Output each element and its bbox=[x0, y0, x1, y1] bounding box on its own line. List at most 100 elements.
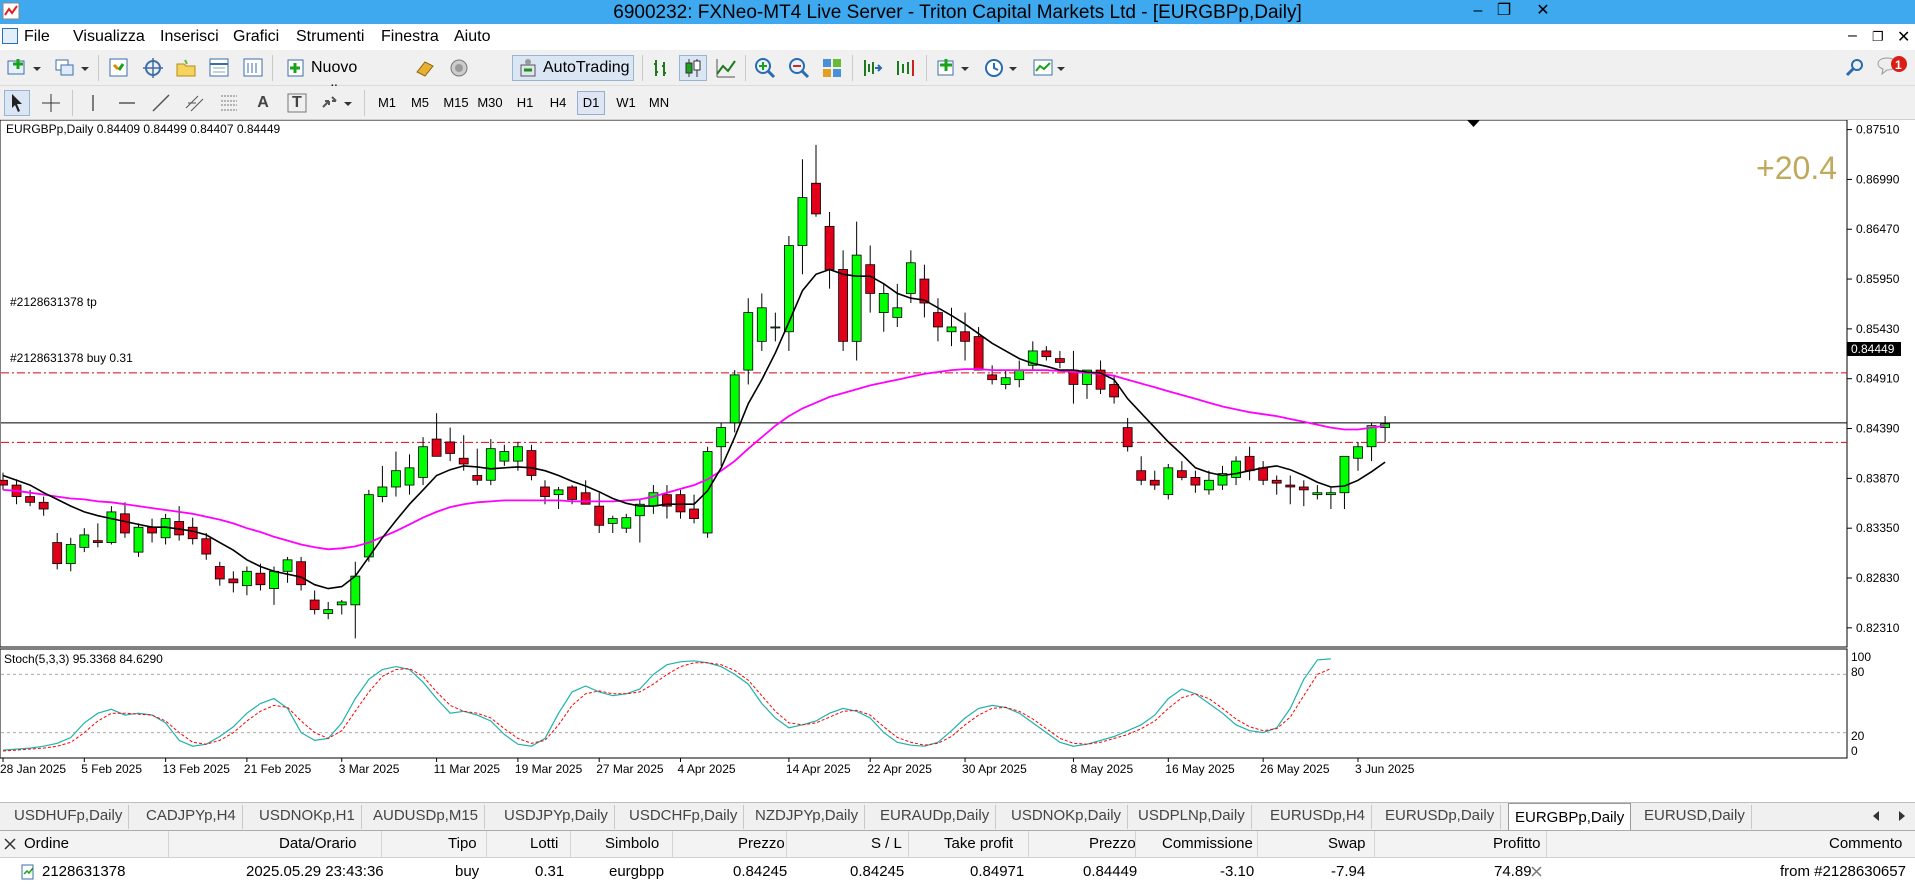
timeframe-m5[interactable]: M5 bbox=[406, 91, 434, 115]
col-simbolo[interactable]: Simbolo bbox=[605, 835, 659, 852]
mdi-minimize-button[interactable]: – bbox=[1848, 27, 1857, 45]
order-icon bbox=[21, 864, 34, 880]
col-sl[interactable]: S / L bbox=[871, 835, 902, 852]
maximize-button[interactable]: ❐ bbox=[1488, 0, 1520, 22]
timeframe-w1[interactable]: W1 bbox=[612, 91, 640, 115]
autotrading-button[interactable]: AutoTrading bbox=[512, 55, 634, 81]
tab-audusdp-m15[interactable]: AUDUSDp,M15 bbox=[367, 805, 486, 829]
text-tool-icon[interactable]: A bbox=[250, 90, 276, 116]
col-data-orario[interactable]: Data/Orario bbox=[279, 835, 357, 852]
timeframe-m15[interactable]: M15 bbox=[439, 91, 473, 115]
auto-scroll-icon[interactable] bbox=[859, 55, 885, 81]
drawing-toolbar: A T M1 M5 M15 M30 H1 H4 D1 W1 MN bbox=[0, 86, 1915, 120]
fibonacci-icon[interactable] bbox=[216, 90, 242, 116]
mdi-close-button[interactable]: ✕ bbox=[1897, 27, 1910, 47]
tab-eurusdp-daily[interactable]: EURUSDp,Daily bbox=[1379, 805, 1502, 829]
tab-nzdjpyp-daily[interactable]: NZDJPYp,Daily bbox=[749, 805, 866, 829]
close-order-icon[interactable] bbox=[1530, 865, 1543, 878]
tab-usdchfp-daily[interactable]: USDCHFp,Daily bbox=[623, 805, 745, 829]
text-label-icon[interactable]: T bbox=[284, 90, 310, 116]
chart-header: EURGBPp,Daily 0.84409 0.84499 0.84407 0.… bbox=[6, 122, 281, 136]
autotrading-icon bbox=[520, 59, 536, 77]
vertical-line-icon[interactable] bbox=[80, 90, 106, 116]
tab-usdnokp-h1[interactable]: USDNOKp,H1 bbox=[253, 805, 362, 829]
menu-finestra[interactable]: Finestra bbox=[381, 28, 439, 46]
menu-aiuto[interactable]: Aiuto bbox=[454, 28, 490, 46]
price-chart[interactable]: 0.87510 0.86990 0.86470 0.85950 0.85430 0.849… bbox=[0, 120, 1915, 802]
profiles-button[interactable] bbox=[52, 55, 92, 81]
menu-file[interactable]: File bbox=[24, 28, 50, 46]
timeframe-h4[interactable]: H4 bbox=[544, 91, 572, 115]
tab-usdnokp-daily[interactable]: USDNOKp,Daily bbox=[1005, 805, 1129, 829]
signals-icon[interactable] bbox=[446, 55, 472, 81]
close-button[interactable]: ✕ bbox=[1518, 0, 1568, 22]
arrows-button[interactable] bbox=[318, 90, 356, 116]
tile-windows-icon[interactable] bbox=[819, 55, 845, 81]
col-ordine[interactable]: Ordine bbox=[24, 835, 69, 852]
col-swap[interactable]: Swap bbox=[1328, 835, 1366, 852]
tab-scroll-right-icon[interactable] bbox=[1896, 809, 1908, 823]
timeframe-mn[interactable]: MN bbox=[645, 91, 673, 115]
bear-candle bbox=[1244, 455, 1255, 472]
col-profitto[interactable]: Profitto bbox=[1493, 835, 1541, 852]
tab-euraudp-daily[interactable]: EURAUDp,Daily bbox=[874, 805, 997, 829]
crosshair-tool-icon[interactable] bbox=[38, 90, 64, 116]
menu-grafici[interactable]: Grafici bbox=[233, 28, 279, 46]
timeframe-d1[interactable]: D1 bbox=[577, 91, 605, 115]
tab-eurgbpp-daily[interactable]: EURGBPp,Daily bbox=[1508, 803, 1632, 831]
bull-candle bbox=[336, 601, 347, 606]
menu-visualizza[interactable]: Visualizza bbox=[73, 28, 145, 46]
chart-shift-icon[interactable] bbox=[893, 55, 919, 81]
terminal-close-icon[interactable] bbox=[3, 837, 17, 851]
navigator-icon[interactable] bbox=[173, 55, 199, 81]
market-watch-icon[interactable] bbox=[106, 55, 132, 81]
timeframe-m1[interactable]: M1 bbox=[373, 91, 401, 115]
candlestick-icon[interactable] bbox=[679, 55, 707, 81]
notifications-icon[interactable]: 1 bbox=[1874, 53, 1912, 79]
tester-icon[interactable] bbox=[240, 55, 266, 81]
tab-usdhufp-daily[interactable]: USDHUFp,Daily bbox=[8, 805, 130, 829]
crosshair-icon[interactable] bbox=[140, 55, 166, 81]
col-commento[interactable]: Commento bbox=[1829, 835, 1902, 852]
bull-candle bbox=[1204, 479, 1214, 491]
col-prezzo-current[interactable]: Prezzo bbox=[1089, 835, 1136, 852]
timeframe-h1[interactable]: H1 bbox=[511, 91, 539, 115]
col-prezzo-open[interactable]: Prezzo bbox=[738, 835, 785, 852]
periods-button[interactable] bbox=[982, 55, 1022, 81]
new-order-button[interactable]: Nuovo ordine bbox=[280, 55, 406, 100]
indicators-button[interactable] bbox=[934, 55, 974, 81]
tab-usdjpyp-daily[interactable]: USDJPYp,Daily bbox=[498, 805, 615, 829]
terminal-icon[interactable] bbox=[206, 55, 232, 81]
table-row[interactable]: 2128631378 2025.05.29 23:43:36 buy 0.31 … bbox=[0, 858, 1915, 885]
timeframe-m30[interactable]: M30 bbox=[473, 91, 507, 115]
x-tick-label: 11 Mar 2025 bbox=[434, 762, 501, 776]
line-chart-icon[interactable] bbox=[713, 55, 739, 81]
zoom-in-icon[interactable] bbox=[752, 55, 778, 81]
mdi-restore-button[interactable]: ❐ bbox=[1872, 29, 1884, 45]
experts-icon[interactable] bbox=[412, 55, 438, 81]
cursor-icon[interactable] bbox=[4, 90, 30, 116]
trendline-icon[interactable] bbox=[148, 90, 174, 116]
tab-usdplnp-daily[interactable]: USDPLNp,Daily bbox=[1132, 805, 1252, 829]
new-chart-button[interactable] bbox=[4, 55, 44, 81]
horizontal-line-icon[interactable] bbox=[114, 90, 140, 116]
tab-scroll-left-icon[interactable] bbox=[1870, 809, 1882, 823]
y-tick-label: 0.84390 bbox=[1856, 422, 1900, 436]
bull-candle bbox=[513, 446, 523, 462]
col-commissione[interactable]: Commissione bbox=[1162, 835, 1253, 852]
col-lotti[interactable]: Lotti bbox=[530, 835, 558, 852]
equidistant-channel-icon[interactable] bbox=[182, 90, 208, 116]
tab-eurusd-daily[interactable]: EURUSD,Daily bbox=[1638, 805, 1752, 829]
document-icon[interactable] bbox=[2, 28, 18, 44]
zoom-out-icon[interactable] bbox=[786, 55, 812, 81]
bar-chart-icon[interactable] bbox=[648, 55, 674, 81]
search-icon[interactable] bbox=[1842, 55, 1868, 81]
menu-strumenti[interactable]: Strumenti bbox=[296, 28, 364, 46]
tab-cadjpyp-h4[interactable]: CADJPYp,H4 bbox=[140, 805, 243, 829]
menu-inserisci[interactable]: Inserisci bbox=[160, 28, 219, 46]
templates-button[interactable] bbox=[1030, 55, 1070, 81]
col-tipo[interactable]: Tipo bbox=[448, 835, 477, 852]
chart-window[interactable]: 0.87510 0.86990 0.86470 0.85950 0.85430 0.849… bbox=[0, 120, 1915, 802]
col-take-profit[interactable]: Take profit bbox=[944, 835, 1013, 852]
tab-eurusdp-h4[interactable]: EURUSDp,H4 bbox=[1264, 805, 1373, 829]
